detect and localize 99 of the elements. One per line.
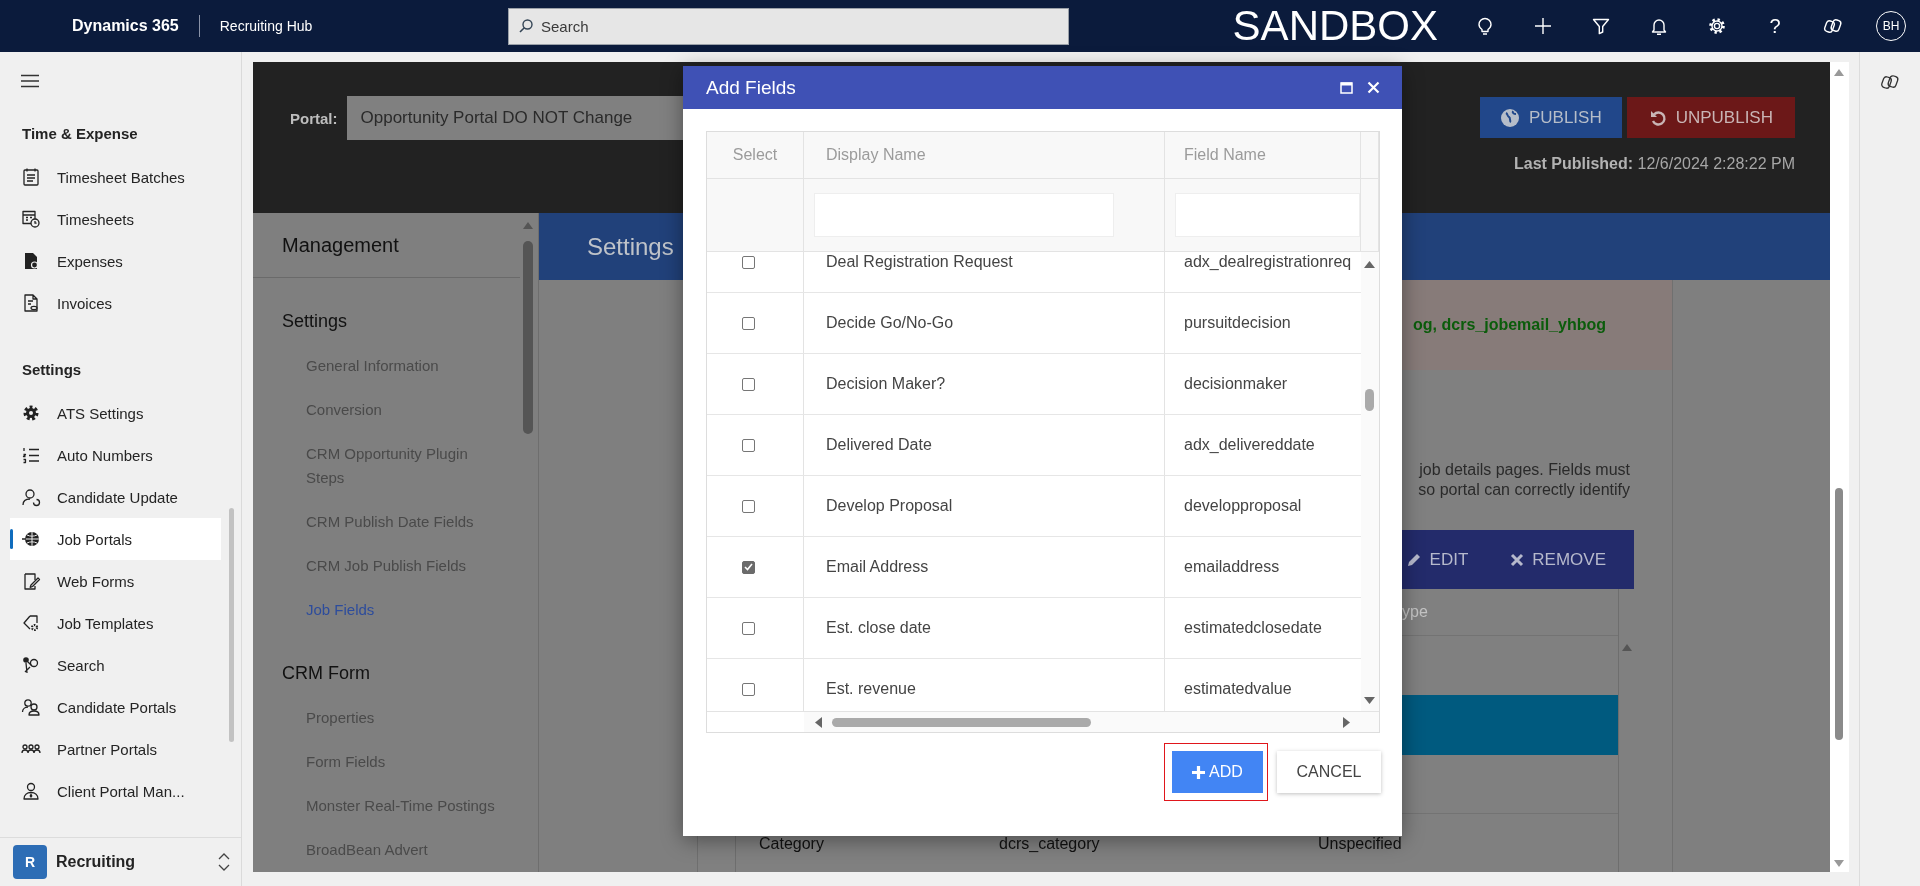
unpublish-button[interactable]: UNPUBLISH (1626, 97, 1795, 138)
undo-icon (1648, 108, 1667, 127)
bell-icon[interactable] (1649, 16, 1669, 36)
overlapping-shapes-icon[interactable] (1823, 16, 1843, 36)
nav-group-heading: Settings (21, 359, 83, 380)
nav-item[interactable]: Timesheets (10, 198, 221, 240)
table-cell-text: Category (759, 835, 825, 853)
section-heading: CRM Form (281, 661, 371, 685)
lightbulb-icon[interactable] (1475, 16, 1495, 36)
search-field[interactable]: Search (508, 7, 1069, 45)
scroll-down-arrow-icon[interactable] (1364, 697, 1375, 705)
check-icon (743, 563, 753, 571)
panel-title: Management (253, 213, 520, 278)
person-icon (21, 487, 41, 507)
nav-item[interactable]: Auto Numbers (10, 434, 221, 476)
edit-button[interactable]: EDIT (1405, 549, 1469, 570)
checkbox[interactable] (741, 255, 755, 269)
nav-item[interactable]: Job Templates (10, 602, 221, 644)
table-cell-text: decisionmaker (1183, 374, 1289, 394)
checkbox[interactable] (741, 377, 755, 391)
pencil-icon (1405, 551, 1422, 568)
add-button[interactable]: ADD (1172, 751, 1263, 793)
nav-item[interactable]: Candidate Portals (10, 686, 221, 728)
settings-icon (21, 403, 41, 423)
area-badge: R (13, 845, 47, 879)
checkbox[interactable] (741, 499, 755, 513)
table-cell: Develop Proposal (804, 476, 1165, 536)
remove-button[interactable]: REMOVE (1510, 549, 1606, 570)
scroll-left-arrow-icon[interactable] (814, 717, 822, 728)
overlapping-shapes-icon[interactable] (1880, 72, 1900, 92)
nav-item[interactable]: ATS Settings (10, 392, 221, 434)
checkbox[interactable] (741, 438, 755, 452)
list-icon (21, 167, 41, 187)
menu-icon[interactable] (20, 74, 40, 88)
nav-item[interactable]: Client Portal Man... (10, 770, 221, 812)
help-icon[interactable]: ? (1769, 14, 1781, 38)
nav-item[interactable]: Partner Portals (10, 728, 221, 770)
portal-label: Portal: (290, 109, 338, 127)
scroll-right-arrow-icon[interactable] (1343, 717, 1351, 728)
filter-icon[interactable] (1591, 16, 1611, 36)
table-cell-text: adx_dealregistrationreq (1183, 252, 1353, 272)
numbered-list-icon (21, 445, 41, 465)
calendar-clock-icon (21, 209, 41, 229)
nav-item[interactable]: Web Forms (10, 560, 221, 602)
table-cell-text: estimatedclosedate (1183, 618, 1323, 638)
nav-item[interactable]: Expenses (10, 240, 221, 282)
last-published-text: Last Published: 12/6/2024 2:28:22 PM (1513, 155, 1795, 173)
table-cell: Decision Maker? (804, 354, 1165, 414)
nav-item[interactable]: Timesheet Batches (10, 156, 221, 198)
globe-icon (21, 529, 41, 549)
area-switcher[interactable]: Recruiting (56, 853, 208, 871)
section-heading: Settings (281, 309, 349, 333)
nav-item[interactable]: Job Portals (10, 518, 221, 560)
scroll-up-arrow-icon[interactable] (1364, 260, 1375, 268)
cancel-button[interactable]: CANCEL (1277, 751, 1381, 793)
maximize-icon[interactable] (1340, 81, 1353, 94)
document-outline-icon (21, 293, 41, 313)
table-cell-text: estimatedvalue (1183, 679, 1293, 699)
table-cell-text: pursuitdecision (1183, 313, 1292, 333)
environment-label: SANDBOX (1232, 5, 1438, 47)
people-icon (21, 697, 41, 717)
app-area-name[interactable]: Recruiting Hub (219, 18, 313, 34)
nav-item[interactable]: Search (10, 644, 221, 686)
scroll-down-arrow-icon[interactable] (1834, 860, 1844, 868)
table-cell-text: dcrs_category (999, 835, 1101, 853)
table-cell: Decide Go/No-Go (804, 293, 1165, 353)
publish-button[interactable]: PUBLISH (1479, 97, 1622, 138)
scrollbar (1365, 389, 1374, 411)
table-cell-text: developproposal (1183, 496, 1303, 516)
plus-icon (1192, 765, 1206, 779)
description-text: so portal can correctly identify (1417, 480, 1630, 500)
plus-icon[interactable] (1533, 16, 1553, 36)
chevron-up-down-icon[interactable] (217, 852, 231, 872)
close-icon[interactable] (1367, 81, 1380, 94)
nav-group-heading: Time & Expense (21, 123, 139, 144)
tag-icon (21, 613, 41, 633)
close-icon (1510, 552, 1525, 567)
search-icon (518, 17, 534, 34)
form-pen-icon (21, 571, 41, 591)
table-cell-text: Unspecified (1318, 835, 1403, 853)
globe-icon (1499, 107, 1520, 128)
nav-item[interactable]: Candidate Update (10, 476, 221, 518)
dialog-title: Add Fields (706, 76, 797, 99)
checkbox[interactable] (741, 316, 755, 330)
checkbox[interactable] (741, 560, 755, 574)
description-text: job details pages. Fields must (1418, 460, 1630, 480)
filter-field[interactable] (1175, 193, 1360, 237)
table-cell: Delivered Date (804, 415, 1165, 475)
nav-item[interactable]: Invoices (10, 282, 221, 324)
settings-icon[interactable] (1707, 16, 1727, 36)
table-cell-text: adx_delivereddate (1183, 435, 1316, 455)
table-cell: Est. close date (804, 598, 1165, 658)
checkbox[interactable] (741, 621, 755, 635)
checkbox[interactable] (741, 682, 755, 696)
person-badge-icon (21, 781, 41, 801)
scroll-up-arrow-icon[interactable] (1834, 68, 1844, 76)
table-cell: Email Address (804, 537, 1165, 597)
table-cell-text: emailaddress (1183, 557, 1281, 577)
app-name[interactable]: Dynamics 365 (72, 17, 179, 35)
